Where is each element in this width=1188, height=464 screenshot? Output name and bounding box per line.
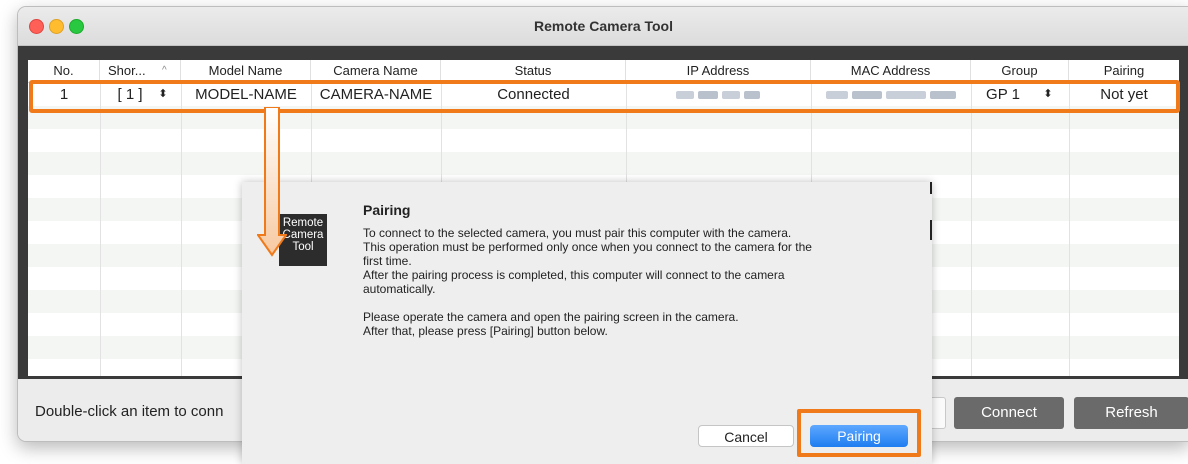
sort-ascending-icon: ^: [162, 65, 167, 76]
bottom-hint-text: Double-click an item to conn: [35, 403, 224, 420]
col-header-mac-address[interactable]: MAC Address: [811, 60, 971, 82]
col-header-short[interactable]: Shor...: [100, 60, 181, 82]
cancel-button[interactable]: Cancel: [698, 425, 794, 447]
col-header-model-name[interactable]: Model Name: [181, 60, 311, 82]
dialog-line: This operation must be performed only on…: [363, 240, 812, 254]
column-divider: [181, 82, 182, 376]
connect-button[interactable]: Connect: [954, 397, 1064, 429]
dialog-line: After that, please press [Pairing] butto…: [363, 324, 608, 338]
dialog-spacer: [363, 296, 903, 310]
dialog-line: To connect to the selected camera, you m…: [363, 226, 792, 240]
dialog-line: first time.: [363, 254, 412, 268]
dialog-line: automatically.: [363, 282, 436, 296]
col-header-camera-name[interactable]: Camera Name: [311, 60, 441, 82]
window-title: Remote Camera Tool: [534, 18, 673, 34]
column-divider: [100, 82, 101, 376]
dialog-edge-line: [930, 182, 932, 194]
dialog-edge-line: [930, 220, 932, 240]
down-arrow-icon: [257, 107, 287, 257]
col-header-no[interactable]: No.: [28, 60, 100, 82]
row-highlight-frame: [29, 80, 1180, 113]
col-header-ip-address[interactable]: IP Address: [626, 60, 811, 82]
column-divider: [971, 82, 972, 376]
dialog-line: Please operate the camera and open the p…: [363, 310, 739, 324]
col-header-pairing[interactable]: Pairing: [1069, 60, 1179, 82]
col-header-group[interactable]: Group: [971, 60, 1069, 82]
dialog-message: To connect to the selected camera, you m…: [363, 226, 903, 338]
table-row: [28, 152, 1179, 175]
table-row: [28, 129, 1179, 152]
title-bar: Remote Camera Tool: [18, 7, 1188, 46]
dialog-title: Pairing: [363, 202, 411, 218]
column-divider: [1069, 82, 1070, 376]
pairing-button-highlight: [797, 409, 921, 457]
dialog-line: After the pairing process is completed, …: [363, 268, 785, 282]
col-header-status[interactable]: Status: [441, 60, 626, 82]
refresh-button[interactable]: Refresh: [1074, 397, 1188, 429]
